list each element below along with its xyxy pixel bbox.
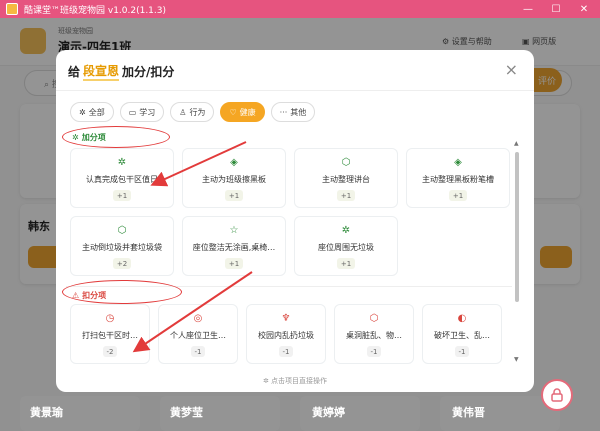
star-icon: ☆ [229, 225, 239, 236]
sparkle-icon: ✲ [117, 157, 127, 168]
student-name: 黄伟晋 [452, 406, 485, 419]
score-badge: +2 [112, 258, 132, 269]
score-badge: -1 [190, 346, 206, 357]
item-label: 座位周围无垃圾 [318, 243, 374, 252]
item-label: 个人座位卫生… [170, 331, 226, 340]
student-name: 黄景瑜 [30, 406, 63, 419]
score-badge: +1 [224, 258, 244, 269]
box-icon: ⬡ [117, 225, 127, 236]
student-name-highlight: 段宣恩 [83, 62, 120, 81]
hint-text: 点击项目直接操作 [271, 377, 328, 385]
person-icon: ♙ [179, 107, 187, 117]
box-icon: ⬡ [341, 157, 351, 168]
item-label: 破坏卫生、乱… [434, 331, 490, 340]
palette-icon: ◐ [457, 313, 467, 324]
title-bar: 酷课堂™班级宠物园 v1.0.2(1.1.3) — ☐ ✕ [0, 0, 600, 18]
scroll-down-icon[interactable]: ▼ [514, 356, 519, 363]
annotation-ring [62, 126, 170, 148]
score-badge: -1 [366, 346, 382, 357]
chip-label: 行为 [189, 107, 206, 117]
sub-item-card[interactable]: ◐ 破坏卫生、乱… -1 [422, 304, 502, 364]
eraser-icon: ◈ [454, 157, 462, 168]
target-icon: ◎ [193, 313, 203, 324]
item-label: 主动整理黑板粉笔槽 [422, 175, 494, 184]
scroll-thumb[interactable] [515, 152, 519, 302]
add-item-card[interactable]: ☆ 座位整洁无涂画,桌椅… +1 [182, 216, 286, 276]
item-label: 打扫包干区时… [82, 331, 138, 340]
scrollbar[interactable]: ▲ ▼ [514, 140, 520, 366]
item-label: 主动为班级擦黑板 [202, 175, 266, 184]
maximize-button[interactable]: ☐ [542, 0, 570, 18]
minimize-button[interactable]: — [514, 0, 542, 18]
lock-icon [551, 388, 563, 402]
score-badge: +1 [448, 190, 468, 201]
score-badge: +1 [224, 190, 244, 201]
item-label: 认真完成包干区值日 [86, 175, 158, 184]
score-badge: -1 [278, 346, 294, 357]
eraser-icon: ◈ [230, 157, 238, 168]
sub-item-card[interactable]: ◷ 打扫包干区时… -2 [70, 304, 150, 364]
chip-other[interactable]: ··· 其他 [270, 102, 316, 122]
item-label: 主动倒垃圾并套垃圾袋 [82, 243, 162, 252]
score-badge: +1 [112, 190, 132, 201]
item-label: 主动整理讲台 [322, 175, 370, 184]
trash-icon: ♆ [281, 313, 291, 324]
chip-label: 学习 [139, 107, 156, 117]
chip-study[interactable]: ▭ 学习 [119, 102, 165, 122]
item-label: 座位整洁无涂画,桌椅… [192, 243, 276, 252]
app-icon [6, 3, 18, 15]
book-icon: ▭ [128, 107, 137, 117]
chip-label: 全部 [88, 107, 105, 117]
item-label: 桌洞脏乱、物… [346, 331, 402, 340]
window-title: 酷课堂™班级宠物园 v1.0.2(1.1.3) [24, 5, 167, 16]
score-badge: +1 [336, 190, 356, 201]
sparkle-icon: ✲ [79, 107, 86, 117]
title-prefix: 给 [68, 65, 81, 79]
title-suffix: 加分/扣分 [122, 65, 175, 79]
box-icon: ⬡ [369, 313, 379, 324]
close-icon[interactable]: × [505, 60, 518, 79]
add-item-card[interactable]: ✲ 座位周围无垃圾 +1 [294, 216, 398, 276]
score-badge: -1 [454, 346, 470, 357]
add-item-card[interactable]: ◈ 主动为班级擦黑板 +1 [182, 148, 286, 208]
chip-health[interactable]: ♡ 健康 [220, 102, 265, 122]
score-dialog: 给 段宣恩 加分/扣分 × ✲ 全部 ▭ 学习 ♙ 行为 ♡ 健康 ··· 其他 ✲ 加分… [56, 50, 534, 392]
add-item-card[interactable]: ⬡ 主动倒垃圾并套垃圾袋 +2 [70, 216, 174, 276]
sub-item-card[interactable]: ♆ 校园内乱扔垃圾 -1 [246, 304, 326, 364]
more-icon: ··· [279, 107, 288, 117]
click-hint: ✲ 点击项目直接操作 [262, 377, 328, 385]
lock-button[interactable] [541, 379, 573, 411]
close-window-button[interactable]: ✕ [570, 0, 598, 18]
chip-behavior[interactable]: ♙ 行为 [170, 102, 215, 122]
student-name: 黄梦莹 [170, 406, 203, 419]
score-badge: +1 [336, 258, 356, 269]
clock-icon: ◷ [105, 313, 115, 324]
chip-label: 健康 [239, 107, 256, 117]
chip-all[interactable]: ✲ 全部 [70, 102, 114, 122]
chip-label: 其他 [290, 107, 307, 117]
sparkle-icon: ✲ [341, 225, 351, 236]
annotation-ring [62, 280, 182, 304]
scroll-up-icon[interactable]: ▲ [514, 140, 519, 147]
item-label: 校园内乱扔垃圾 [258, 331, 314, 340]
add-item-card[interactable]: ✲ 认真完成包干区值日 +1 [70, 148, 174, 208]
add-item-card[interactable]: ◈ 主动整理黑板粉笔槽 +1 [406, 148, 510, 208]
student-name: 黄婷婷 [312, 406, 345, 419]
header-divider [56, 90, 534, 91]
sub-item-card[interactable]: ⬡ 桌洞脏乱、物… -1 [334, 304, 414, 364]
score-items-list: ✲ 加分项 ✲ 认真完成包干区值日 +1 ◈ 主动为班级擦黑板 +1 ⬡ 主动整… [66, 130, 512, 364]
score-badge: -2 [102, 346, 118, 357]
sub-item-card[interactable]: ◎ 个人座位卫生… -1 [158, 304, 238, 364]
category-filter: ✲ 全部 ▭ 学习 ♙ 行为 ♡ 健康 ··· 其他 [70, 102, 316, 122]
dialog-title: 给 段宣恩 加分/扣分 [68, 62, 174, 81]
heart-icon: ♡ [229, 107, 237, 117]
add-item-card[interactable]: ⬡ 主动整理讲台 +1 [294, 148, 398, 208]
